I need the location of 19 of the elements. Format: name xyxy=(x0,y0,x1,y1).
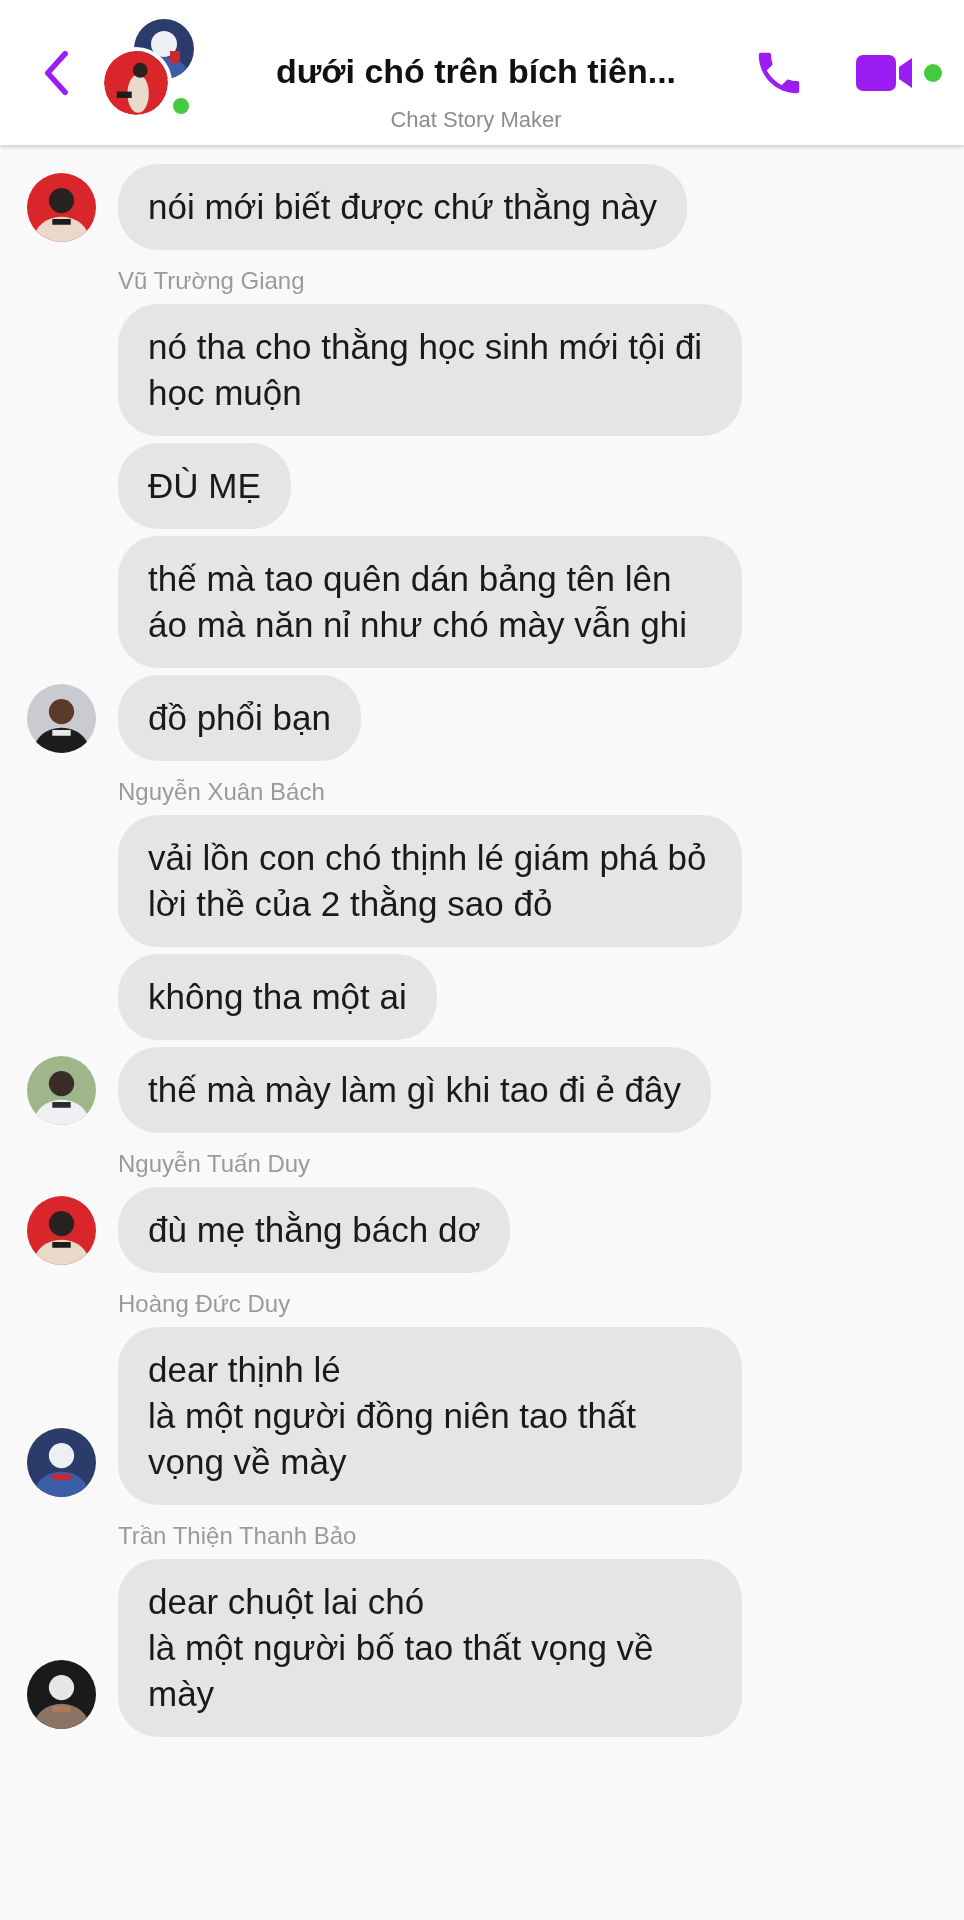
chat-subtitle: Chat Story Maker xyxy=(390,107,562,133)
back-icon[interactable] xyxy=(42,49,70,96)
message-bubble: thế mà tao quên dán bảng tên lên áo mà năn nỉ như chó mày vẫn ghi xyxy=(118,536,742,668)
sender-name: Trần Thiện Thanh Bảo xyxy=(118,1521,358,1551)
message-bubble: đồ phổi bạn xyxy=(118,675,361,761)
message-bubble: thế mà mày làm gì khi tao đi ẻ đây xyxy=(118,1047,712,1133)
message-bubble: không tha một ai xyxy=(118,954,437,1040)
sender-name: Nguyễn Tuấn Duy xyxy=(118,1149,312,1179)
message-bubble: vải lồn con chó thịnh lé giám phá bỏ lời thề của 2 thằng sao đỏ xyxy=(118,815,742,947)
message-bubble: dear thịnh lé là một người đồng niên tao thất vọng về mày xyxy=(118,1327,742,1505)
message-bubble: nói mới biết được chứ thằng này xyxy=(118,164,688,250)
message-bubble: đù mẹ thằng bách dơ xyxy=(118,1187,511,1273)
message-bubble: ĐÙ MẸ xyxy=(118,443,291,529)
sender-name: Nguyễn Xuân Bách xyxy=(118,777,326,807)
sender-name: Vũ Trường Giang xyxy=(118,266,306,296)
message-bubble: dear chuột lai chó là một người bố tao thất vọng về mày xyxy=(118,1559,742,1737)
sender-name: Hoàng Đức Duy xyxy=(118,1289,292,1319)
message-bubble: nó tha cho thằng học sinh mới tội đi học muộn xyxy=(118,304,742,436)
chat-title: dưới chó trên bích tiên... xyxy=(275,52,677,91)
